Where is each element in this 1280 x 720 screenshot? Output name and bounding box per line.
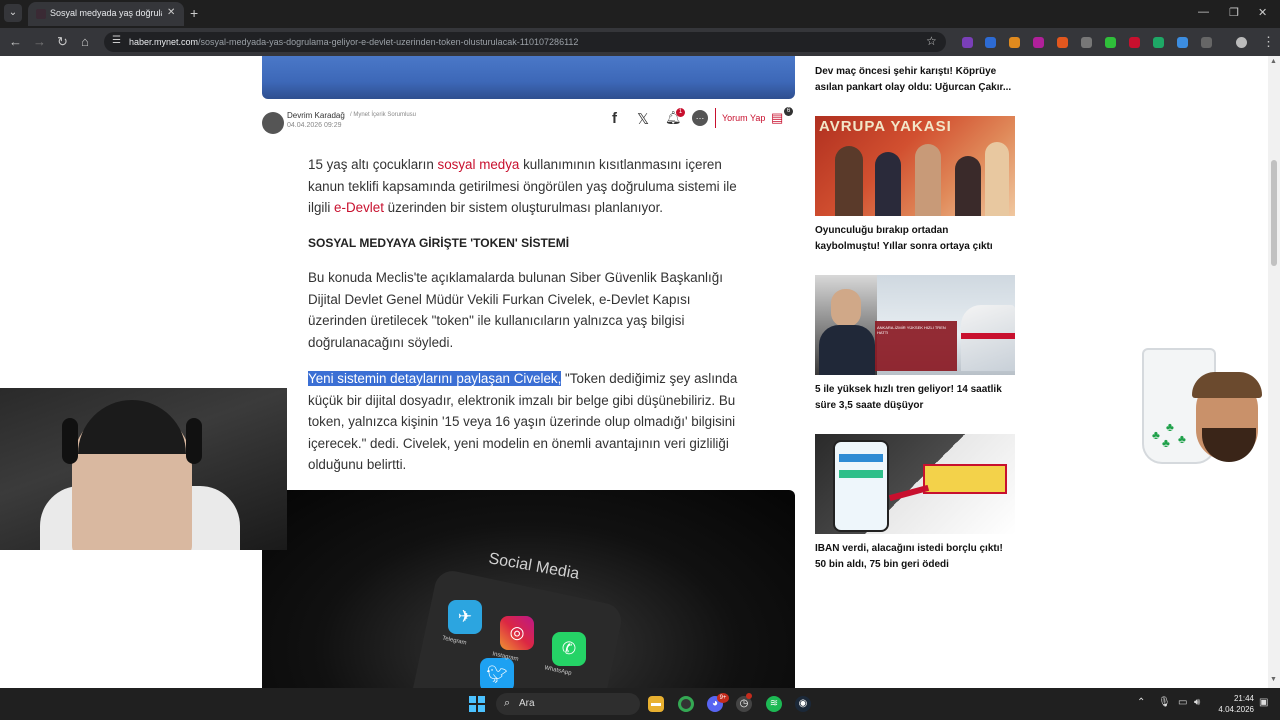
thumbnail-text: AVRUPA YAKASI	[819, 118, 952, 135]
microphone-icon[interactable]: 🎙︎	[1158, 697, 1171, 708]
reload-icon[interactable]: ↻	[57, 34, 68, 50]
sidebar-news-item[interactable]: IBAN verdi, alacağını istedi borçlu çıkt…	[815, 434, 1015, 573]
extension-icon[interactable]	[1057, 37, 1068, 48]
extension-icon[interactable]	[1081, 37, 1092, 48]
web-page: Devrim Karadağ / Mynet İçerik Sorumlusu …	[0, 56, 1280, 688]
sidebar-news-title[interactable]: Dev maç öncesi şehir karıştı! Köprüye as…	[815, 64, 1025, 96]
spotify-icon[interactable]: ≋	[766, 696, 782, 712]
back-icon[interactable]: ←	[9, 34, 22, 49]
minimize-icon[interactable]: —	[1198, 6, 1209, 18]
webcam-overlay	[0, 388, 287, 550]
whatsapp-icon: ✆	[552, 632, 586, 666]
tray-overflow-icon[interactable]: ⌃	[1137, 697, 1145, 708]
browser-tab-bar: ⌄ Sosyal medyada yaş doğrulama ✕ + — ❐ ✕	[0, 0, 1280, 28]
clover-icon: ♣	[1178, 432, 1186, 446]
image-caption-text: Social Media	[487, 550, 581, 583]
sosyal-medya-link[interactable]: sosyal medya	[438, 157, 520, 172]
extensions-puzzle-icon[interactable]	[1201, 37, 1212, 48]
tab-search-button[interactable]: ⌄	[4, 4, 22, 22]
news-item-title[interactable]: IBAN verdi, alacağını istedi borçlu çıkt…	[815, 541, 1015, 573]
forward-icon[interactable]: →	[33, 34, 46, 49]
windows-start-icon[interactable]	[469, 696, 485, 712]
windows-taskbar: ⌕ Ara ▬ ◕ 9+ ◷ ≋ ◉ ⌃ 🎙︎ ▭ 🔊︎ 21:44 4.04.…	[0, 688, 1280, 720]
comments-icon[interactable]: ▤	[771, 110, 783, 126]
favicon-icon	[36, 9, 46, 19]
url-text: haber.mynet.com/sosyal-medyada-yas-dogru…	[129, 37, 579, 47]
extension-icon[interactable]	[1177, 37, 1188, 48]
profile-avatar-icon[interactable]	[1236, 37, 1247, 48]
section-heading: SOSYAL MEDYAYA GİRİŞTE 'TOKEN' SİSTEMİ	[308, 236, 570, 250]
active-tab[interactable]: Sosyal medyada yaş doğrulama ✕	[28, 2, 184, 26]
e-devlet-link[interactable]: e-Devlet	[334, 200, 384, 215]
address-bar[interactable]: ☰ haber.mynet.com/sosyal-medyada-yas-dog…	[104, 32, 946, 52]
selected-text[interactable]: Yeni sistemin detaylarını paylaşan Civel…	[308, 371, 562, 386]
extension-icon[interactable]	[1105, 37, 1116, 48]
notification-badge: 1	[676, 108, 685, 117]
thumbnail-text: ANKARA-İZMİR YÜKSEK HIZLI TREN HATTI	[877, 325, 946, 335]
news-thumbnail[interactable]	[815, 434, 1015, 534]
publish-date: 04.04.2026 09:29	[287, 122, 342, 129]
article-paragraph-2: Bu konuda Meclis'te açıklamalarda buluna…	[308, 270, 723, 350]
extension-icon[interactable]	[985, 37, 996, 48]
author-name[interactable]: Devrim Karadağ	[287, 111, 345, 120]
tab-title: Sosyal medyada yaş doğrulama	[50, 8, 162, 18]
chrome-icon[interactable]	[678, 696, 694, 712]
search-icon: ⌕	[504, 697, 511, 709]
discord-badge: 9+	[717, 693, 729, 703]
taskbar-search[interactable]: ⌕ Ara	[496, 693, 640, 715]
news-item-title[interactable]: Oyunculuğu bırakıp ortadan kaybolmuştu! …	[815, 223, 1015, 255]
author-avatar[interactable]	[262, 112, 284, 134]
news-thumbnail[interactable]: ANKARA-İZMİR YÜKSEK HIZLI TREN HATTI	[815, 275, 1015, 375]
steam-icon[interactable]: ◉	[795, 696, 811, 712]
twitter-icon: 🐦︎	[480, 658, 514, 688]
extension-icon[interactable]	[962, 37, 973, 48]
file-explorer-icon[interactable]: ▬	[648, 696, 664, 712]
clock-time: 21:44	[1233, 694, 1254, 703]
article-hero-image	[262, 56, 795, 99]
extension-icon[interactable]	[1129, 37, 1140, 48]
volume-icon[interactable]: 🔊︎	[1194, 697, 1200, 708]
clock-date: 4.04.2026	[1218, 705, 1254, 714]
facebook-share-icon[interactable]: f	[612, 110, 617, 127]
extension-icon[interactable]	[1153, 37, 1164, 48]
display-icon[interactable]: ▭	[1178, 697, 1187, 708]
clover-icon: ♣	[1152, 428, 1160, 442]
scroll-thumb[interactable]	[1271, 160, 1277, 266]
comment-link[interactable]: Yorum Yap	[722, 113, 765, 123]
notification-icon[interactable]: ▣	[1259, 697, 1268, 708]
social-media-image: Social Media ✈ ◎ ✆ 🐦︎ Telegram Instagram…	[262, 490, 795, 688]
more-options-icon[interactable]: …	[692, 110, 708, 126]
character-cap	[1192, 372, 1262, 398]
author-role: / Mynet İçerik Sorumlusu	[350, 112, 417, 118]
article-paragraph-1: 15 yaş altı çocukların sosyal medya kull…	[308, 157, 737, 216]
restore-icon[interactable]: ❐	[1229, 6, 1239, 19]
divider	[715, 108, 716, 128]
x-share-icon[interactable]: 𝕏	[637, 110, 649, 128]
instagram-icon: ◎	[500, 616, 534, 650]
clover-icon: ♣	[1166, 420, 1174, 434]
sidebar-news-item[interactable]: ANKARA-İZMİR YÜKSEK HIZLI TREN HATTI 5 i…	[815, 275, 1015, 414]
tab-close-icon[interactable]: ✕	[167, 7, 175, 18]
news-item-title[interactable]: 5 ile yüksek hızlı tren geliyor! 14 saat…	[815, 382, 1015, 414]
scroll-down-icon[interactable]: ▼	[1270, 676, 1277, 683]
browser-menu-icon[interactable]: ⋮	[1262, 34, 1275, 50]
page-scrollbar[interactable]: ▲ ▼	[1268, 56, 1280, 688]
extension-icon[interactable]	[1033, 37, 1044, 48]
clover-icon: ♣	[1162, 436, 1170, 450]
search-label: Ara	[519, 698, 535, 709]
app-badge	[746, 693, 752, 699]
home-icon[interactable]: ⌂	[81, 34, 89, 49]
article-paragraph-3: Yeni sistemin detaylarını paylaşan Civel…	[308, 371, 738, 473]
bookmark-star-icon[interactable]: ☆	[926, 34, 937, 48]
site-info-icon[interactable]: ☰	[112, 35, 121, 46]
scroll-up-icon[interactable]: ▲	[1270, 58, 1277, 65]
sidebar-news-item[interactable]: AVRUPA YAKASI Oyunculuğu bırakıp ortadan…	[815, 116, 1015, 255]
telegram-icon: ✈	[448, 600, 482, 634]
comment-count-badge: 6	[784, 107, 793, 116]
news-thumbnail[interactable]: AVRUPA YAKASI	[815, 116, 1015, 216]
new-tab-icon[interactable]: +	[190, 5, 198, 21]
extension-icon[interactable]	[1009, 37, 1020, 48]
close-window-icon[interactable]: ✕	[1258, 6, 1267, 19]
taskbar-clock[interactable]: 21:44 4.04.2026	[1214, 693, 1254, 715]
